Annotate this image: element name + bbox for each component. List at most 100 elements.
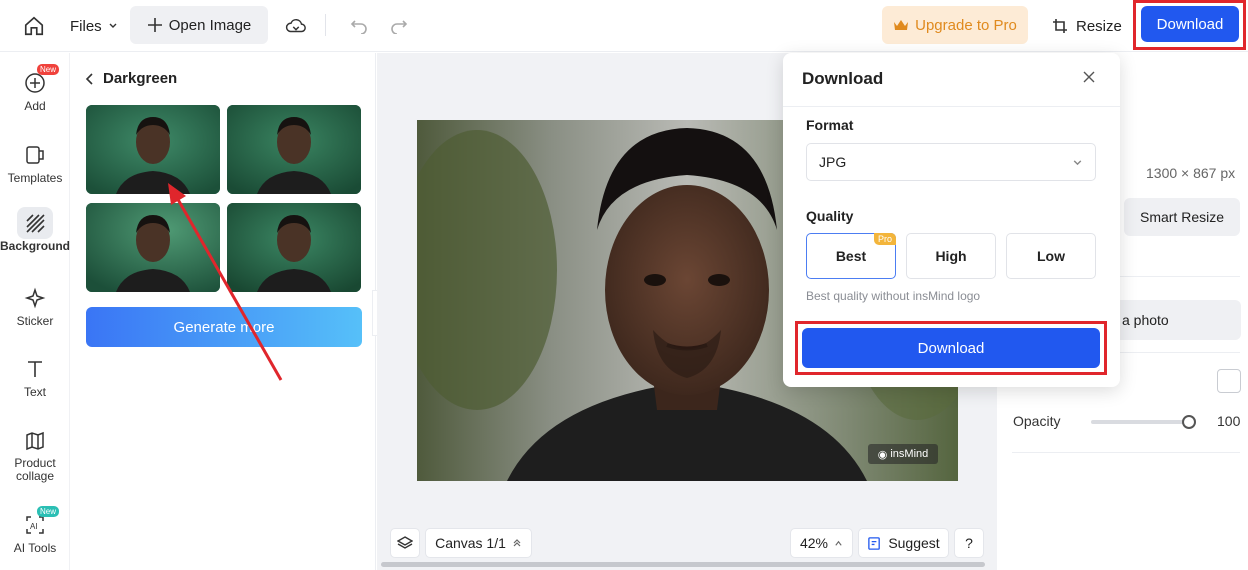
text-icon [28, 361, 42, 377]
redo-icon [391, 20, 408, 34]
zoom-value: 42% [799, 535, 829, 551]
ai-tools-icon: AI [26, 516, 44, 534]
text-icon-wrap [17, 353, 53, 385]
rail-item-ai-tools[interactable]: AI New AI Tools [0, 506, 70, 555]
portrait-thumbnail-image [227, 203, 361, 292]
chevron-up-icon [513, 539, 521, 547]
generate-more-button[interactable]: Generate more [86, 307, 362, 347]
format-label: Format [806, 117, 854, 133]
top-toolbar: Files Open Image Upgrade to Pro Resize D… [0, 0, 1248, 52]
watermark-text: insMind [890, 448, 929, 460]
smart-resize-button[interactable]: Smart Resize [1124, 198, 1240, 236]
quality-label: Quality [806, 208, 854, 224]
left-rail: New Add Templates Background Sticker Tex… [0, 53, 70, 570]
home-icon [24, 16, 44, 36]
panel-header[interactable]: Darkgreen [85, 70, 177, 87]
photo-background-button[interactable]: a photo [1110, 300, 1241, 340]
rail-item-add[interactable]: New Add [0, 64, 70, 113]
suggest-icon [868, 536, 881, 550]
collage-icon [26, 431, 44, 451]
add-icon [25, 73, 45, 93]
background-icon-wrap [17, 207, 53, 239]
cloud-save-button[interactable] [284, 12, 308, 40]
horizontal-scrollbar[interactable] [381, 562, 985, 567]
open-image-button[interactable]: Open Image [130, 6, 268, 44]
files-label: Files [70, 17, 102, 35]
rail-label-collage-2: collage [15, 469, 55, 483]
suggest-button[interactable]: Suggest [858, 528, 949, 558]
quality-low-label: Low [1037, 248, 1065, 264]
crown-icon [894, 20, 909, 30]
rail-item-templates[interactable]: Templates [0, 139, 70, 185]
watermark-logo-icon: ◉ [877, 448, 888, 461]
files-menu[interactable]: Files [70, 12, 118, 40]
toolbar-divider [325, 14, 326, 36]
canvas-size-text: 1300 × 867 px [1146, 165, 1236, 181]
quality-best-button[interactable]: Best Pro [806, 233, 896, 279]
chevron-down-icon [1073, 159, 1082, 165]
quality-note: Best quality without insMind logo [806, 289, 981, 303]
home-button[interactable] [20, 12, 48, 40]
new-badge: New [36, 506, 59, 517]
zoom-control[interactable]: 42% [790, 528, 853, 558]
background-color-swatch[interactable] [1217, 369, 1241, 393]
layers-button[interactable] [390, 528, 420, 558]
redo-button[interactable] [388, 12, 410, 40]
opacity-slider[interactable] [1091, 420, 1191, 424]
background-thumbnail[interactable] [86, 203, 220, 292]
canvas-selector[interactable]: Canvas 1/1 [425, 528, 532, 558]
open-image-label: Open Image [168, 16, 252, 34]
undo-button[interactable] [348, 12, 370, 40]
background-panel: Darkgreen Generate more [71, 53, 376, 570]
suggest-label: Suggest [888, 535, 940, 551]
quality-low-button[interactable]: Low [1006, 233, 1096, 279]
background-thumbnail[interactable] [227, 203, 361, 292]
crop-icon [1053, 19, 1067, 33]
portrait-thumbnail-image [86, 203, 220, 292]
divider [1012, 452, 1240, 453]
download-button[interactable]: Download [1141, 6, 1239, 42]
add-icon-wrap: New [17, 64, 59, 99]
rail-label-text: Text [23, 385, 46, 399]
pro-badge: Pro [873, 233, 896, 245]
quality-high-button[interactable]: High [906, 233, 996, 279]
format-select[interactable]: JPG [806, 143, 1096, 181]
rail-label-templates: Templates [7, 171, 63, 185]
portrait-thumbnail-image [86, 105, 220, 194]
resize-label: Resize [1076, 17, 1122, 35]
rail-label-ai-tools: AI Tools [13, 541, 57, 555]
close-icon [1083, 71, 1095, 83]
rail-item-product-collage[interactable]: Product collage [0, 425, 70, 483]
help-button[interactable]: ? [954, 528, 984, 558]
background-thumbnail[interactable] [227, 105, 361, 194]
chevron-left-icon [85, 72, 93, 85]
background-thumbnail[interactable] [86, 105, 220, 194]
rail-item-text[interactable]: Text [0, 353, 70, 399]
opacity-value: 100 [1217, 413, 1241, 429]
chevron-down-icon [109, 23, 117, 28]
insmind-watermark: ◉ insMind [868, 444, 938, 464]
background-icon [26, 214, 45, 233]
undo-icon [350, 20, 367, 34]
ai-tools-icon-wrap: AI New [17, 506, 59, 541]
panel-title: Darkgreen [103, 70, 178, 87]
rail-item-sticker[interactable]: Sticker [0, 282, 70, 328]
sticker-icon-wrap [17, 282, 53, 314]
dialog-download-button[interactable]: Download [802, 328, 1100, 368]
download-dialog: Download Format JPG Quality Best Pro Hig… [783, 53, 1120, 387]
rail-item-background[interactable]: Background [0, 207, 70, 253]
templates-icon [26, 146, 44, 164]
cloud-icon [285, 18, 306, 33]
rail-label-background: Background [0, 239, 71, 253]
format-value: JPG [819, 154, 847, 170]
chevron-up-icon [835, 540, 842, 546]
upgrade-label: Upgrade to Pro [915, 16, 1017, 34]
canvas-label: Canvas 1/1 [435, 535, 506, 551]
close-button[interactable] [1081, 69, 1097, 85]
resize-button[interactable]: Resize [1052, 12, 1122, 40]
portrait-thumbnail-image [227, 105, 361, 194]
upgrade-to-pro-button[interactable]: Upgrade to Pro [882, 6, 1028, 44]
collage-icon-wrap [17, 425, 53, 457]
opacity-slider-thumb[interactable] [1182, 415, 1196, 429]
opacity-label: Opacity [1013, 413, 1061, 429]
